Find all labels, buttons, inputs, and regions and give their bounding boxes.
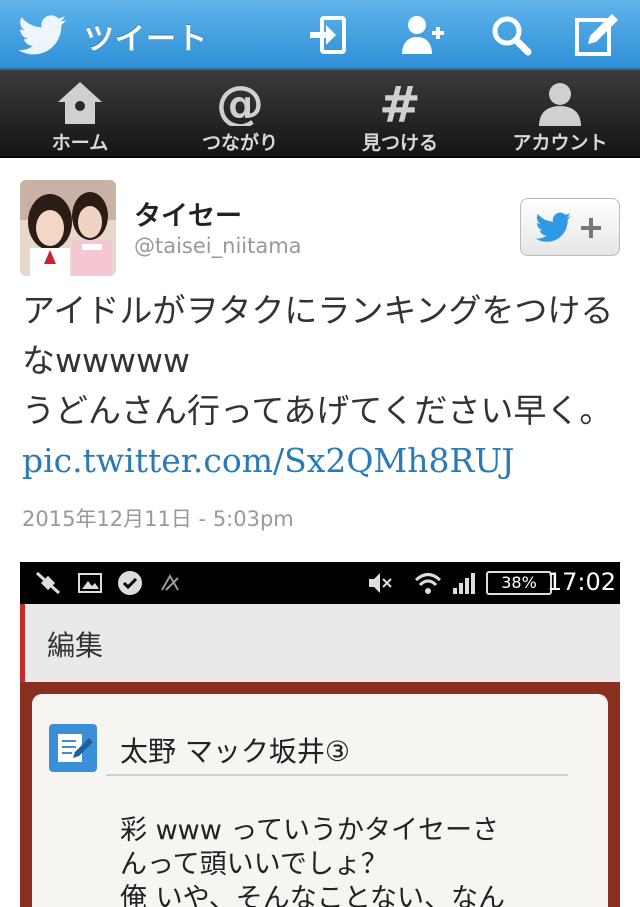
svg-text:#: #	[379, 80, 421, 126]
follow-bird-icon	[535, 212, 601, 242]
memo-body: 彩 www っていうかタイセーさ んって頭いいでしょ？ 俺 いや、そんなことない…	[120, 814, 580, 907]
name-underline	[106, 774, 568, 776]
add-user-icon[interactable]	[400, 12, 446, 58]
compose-icon[interactable]	[574, 12, 620, 58]
edit-title: 編集	[47, 629, 104, 662]
at-icon: @	[216, 80, 264, 126]
memo-line: んって頭いいでしょ？	[120, 849, 388, 880]
tab-label: ホーム	[51, 132, 109, 154]
page-title: ツイート	[84, 22, 208, 57]
tab-home[interactable]: ホーム	[0, 70, 160, 158]
profile-photo	[20, 180, 116, 276]
svg-text:@: @	[216, 80, 264, 126]
contact-name: 太野 マック坂井③	[120, 735, 351, 768]
tab-connect[interactable]: @ つながり	[160, 70, 320, 158]
image-icon	[78, 573, 102, 593]
hashtag-icon: #	[379, 80, 421, 126]
user-name[interactable]: タイセー	[134, 194, 242, 233]
tab-label: つながり	[201, 132, 278, 154]
tweet-timestamp[interactable]: 2015年12月11日 - 5:03pm	[22, 503, 294, 533]
memo-line: 俺 いや、そんなことない、なん	[120, 883, 505, 907]
sync-icon	[161, 573, 179, 591]
tweet-line: うどんさん行ってあげてください早く。	[22, 391, 613, 430]
avatar[interactable]	[20, 180, 116, 276]
note-edit-icon	[49, 724, 97, 772]
tab-account[interactable]: アカウント	[480, 70, 640, 158]
signal-icon	[453, 573, 475, 594]
tweet-link[interactable]: pic.twitter.com/Sx2QMh8RUJ	[22, 441, 514, 480]
phone-status-bar: 38% 17:02	[20, 562, 620, 604]
user-handle[interactable]: @taisei_niitama	[134, 234, 302, 258]
memo-line: 彩 www っていうかタイセーさ	[120, 815, 500, 846]
sign-in-icon[interactable]	[306, 12, 352, 58]
mute-icon	[369, 573, 392, 593]
status-clock: 17:02	[546, 568, 616, 596]
tweet-line: アイドルがヲタクにランキングをつけるなwwwww	[22, 291, 614, 380]
twitter-bird-icon	[18, 15, 66, 55]
tab-label: アカウント	[512, 132, 608, 154]
check-badge-icon	[118, 571, 142, 595]
search-icon[interactable]	[488, 12, 534, 58]
tab-discover[interactable]: # 見つける	[320, 70, 480, 158]
edit-header: 編集	[20, 604, 620, 682]
home-icon	[58, 82, 102, 124]
tab-label: 見つける	[361, 132, 438, 154]
wifi-icon	[414, 573, 442, 594]
follow-button[interactable]	[520, 198, 620, 256]
tweet-text: アイドルがヲタクにランキングをつけるなwwwww うどんさん行ってあげてください…	[22, 286, 622, 486]
tweet-photo[interactable]: 38% 17:02 編集 太野 マック坂井③ 彩 www っていうかタイセーさ …	[20, 562, 620, 907]
app-header: ツイート	[0, 0, 640, 70]
tab-bar: ホーム @ つながり # 見つける アカウント	[0, 70, 640, 158]
account-icon	[539, 83, 581, 126]
edit-card: 太野 マック坂井③ 彩 www っていうかタイセーさ んって頭いいでしょ？ 俺 …	[32, 694, 608, 907]
satellite-icon	[35, 571, 61, 595]
